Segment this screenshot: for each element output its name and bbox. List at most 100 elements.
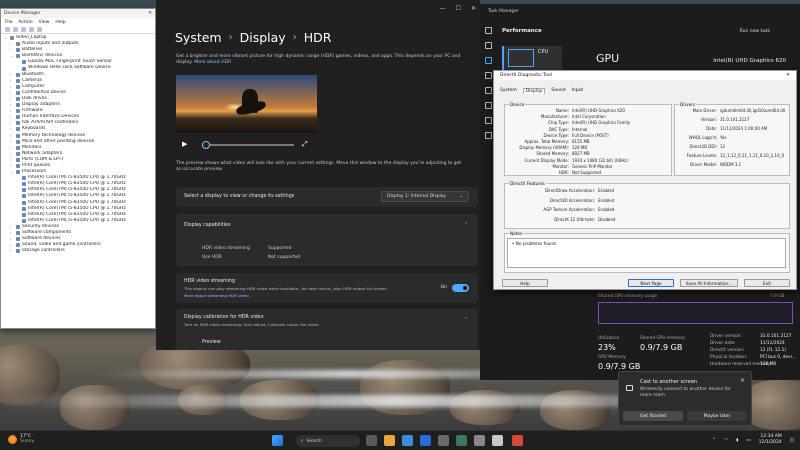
display-select-dropdown[interactable]: Display 1: Internal Display ⌄ xyxy=(381,191,469,202)
settings-app-icon[interactable] xyxy=(438,435,449,446)
menu-action[interactable]: Action xyxy=(19,20,33,25)
info-value: 31.0.101.2127 xyxy=(720,117,750,122)
edge-icon[interactable] xyxy=(402,435,413,446)
dxdiag-app-icon[interactable] xyxy=(492,435,503,446)
startup-icon[interactable] xyxy=(485,87,492,94)
start-icon[interactable] xyxy=(272,435,283,446)
menu-help[interactable]: Help xyxy=(55,20,65,25)
info-key: Main Driver: xyxy=(692,108,717,113)
menu-file[interactable]: File xyxy=(5,20,13,25)
video-rider xyxy=(242,89,258,113)
hdr-preview-video[interactable] xyxy=(176,75,317,133)
hdr-streaming-toggle[interactable] xyxy=(452,284,469,292)
processes-icon[interactable] xyxy=(485,42,492,49)
gpu-detail-key: Driver date: xyxy=(710,341,736,346)
battery-icon[interactable]: ▭ xyxy=(746,438,750,443)
scan-icon[interactable] xyxy=(37,27,42,32)
performance-header: Performance xyxy=(502,28,542,34)
device-category-icon xyxy=(22,176,26,181)
history-icon[interactable] xyxy=(485,72,492,79)
device-tree: ⌄ Aiden_Laptop › Audio inputs and outputs › B… xyxy=(1,34,155,255)
wifi-icon[interactable]: ◠ xyxy=(724,438,728,443)
chevron-up-icon[interactable]: ⌃ xyxy=(464,222,468,228)
info-key: Driver Model: xyxy=(690,162,717,167)
hamburger-icon[interactable] xyxy=(485,27,492,34)
file-explorer-icon[interactable] xyxy=(384,435,395,446)
get-started-button[interactable]: Get Started xyxy=(623,411,683,421)
search-icon: ⌕ xyxy=(301,439,304,444)
app-icon[interactable] xyxy=(512,435,523,446)
forward-icon[interactable] xyxy=(13,27,18,32)
chevron-down-icon[interactable]: ⌄ xyxy=(10,53,14,59)
tree-row[interactable]: › Storage controllers xyxy=(4,248,152,254)
maximize-icon[interactable]: ☐ xyxy=(456,5,461,12)
details-icon[interactable] xyxy=(485,117,492,124)
close-icon[interactable]: ✕ xyxy=(471,5,476,12)
info-key: Approx. Total Memory: xyxy=(524,139,569,144)
run-new-task-button[interactable]: Run new task xyxy=(740,29,770,34)
device-manager-app-icon[interactable] xyxy=(474,435,485,446)
menu-view[interactable]: View xyxy=(39,20,50,25)
video-seek-bar[interactable] xyxy=(201,141,294,149)
save-all-information-button[interactable]: Save All Information... xyxy=(680,279,738,287)
store-icon[interactable] xyxy=(420,435,431,446)
volume-icon[interactable]: ◖ xyxy=(736,438,738,443)
device-category-icon xyxy=(16,42,20,47)
chevron-down-icon[interactable]: ⌄ xyxy=(4,35,8,41)
device-manager-titlebar[interactable]: Device Manager ✕ xyxy=(1,9,155,18)
exit-button[interactable]: Exit xyxy=(744,279,790,287)
chevron-right-icon[interactable]: › xyxy=(10,248,14,254)
info-value: Full Device (POST) xyxy=(572,132,609,138)
taskbar-search[interactable]: ⌕ Search xyxy=(296,435,360,447)
hdr-streaming-card: HDR video streaming This display can pla… xyxy=(176,273,478,303)
capabilities-title: Display capabilities xyxy=(184,223,231,228)
gpu-detail-value: PCI bus 0, devi... xyxy=(760,355,796,360)
fullscreen-icon[interactable]: ⤢ xyxy=(302,140,308,149)
learn-more-link[interactable]: More about HDR xyxy=(194,60,231,65)
help-icon[interactable] xyxy=(29,27,34,32)
video-seek-handle[interactable] xyxy=(201,141,210,149)
system-tray: ⌃ ◠ ◖ ▭ 12:34 AM 12/1/2024 ◫ xyxy=(712,434,794,446)
performance-icon[interactable] xyxy=(485,57,492,64)
chevron-up-icon[interactable]: ⌃ xyxy=(712,438,716,443)
users-icon[interactable] xyxy=(485,102,492,109)
close-icon[interactable]: ✕ xyxy=(148,11,152,16)
tab-input[interactable]: Input xyxy=(572,88,584,94)
hdr-calibration-card[interactable]: Display calibration for HDR video Turn o… xyxy=(176,309,478,350)
notes-textbox[interactable]: • No problems found. xyxy=(507,238,786,268)
back-icon[interactable] xyxy=(5,27,10,32)
tab-sound[interactable]: Sound xyxy=(551,88,565,94)
dxdiag-titlebar[interactable]: DirectX Diagnostic Tool ✕ xyxy=(494,71,796,80)
close-icon[interactable]: ✕ xyxy=(786,73,790,78)
info-row: Feature Levels: 12_1,12_0,11_1,11_0,10_1,… xyxy=(677,153,785,158)
services-icon[interactable] xyxy=(485,132,492,139)
tab-display[interactable]: Display xyxy=(522,88,546,94)
device-group-label: Device xyxy=(509,102,526,107)
info-key: Manufacturer: xyxy=(540,114,569,120)
notification-icon[interactable]: ◫ xyxy=(790,438,794,443)
select-display-label: Select a display to view or change its s… xyxy=(184,194,295,199)
play-icon[interactable]: ▶ xyxy=(182,140,187,148)
chevron-up-icon[interactable]: ⌃ xyxy=(464,317,468,323)
properties-icon[interactable] xyxy=(21,27,26,32)
chevron-down-icon[interactable]: ⌄ xyxy=(10,169,14,175)
tab-system[interactable]: System xyxy=(500,88,517,94)
task-manager-app-icon[interactable] xyxy=(456,435,467,446)
task-view-icon[interactable] xyxy=(366,435,377,446)
breadcrumb-display[interactable]: Display xyxy=(240,30,286,45)
device-category-icon xyxy=(22,182,26,187)
minimize-icon[interactable]: — xyxy=(440,5,446,12)
close-icon[interactable]: ✕ xyxy=(740,377,745,384)
gpu-detail-key: Physical location: xyxy=(710,355,748,360)
hdr-streaming-link[interactable]: More about streaming HDR video xyxy=(184,293,249,298)
weather-widget[interactable]: 17°C Sunny xyxy=(8,434,34,444)
info-value: Intel(R) UHD Graphics Family xyxy=(572,120,631,126)
task-manager-titlebar[interactable]: Task Manager xyxy=(480,4,800,19)
maybe-later-button[interactable]: Maybe later xyxy=(687,411,747,421)
help-button[interactable]: Help xyxy=(502,279,548,287)
clock[interactable]: 12:34 AM 12/1/2024 xyxy=(759,434,782,446)
breadcrumb-system[interactable]: System xyxy=(175,30,222,45)
info-key: HDR: xyxy=(558,170,569,175)
device-category-icon xyxy=(22,60,26,65)
next-page-button[interactable]: Next Page xyxy=(628,279,674,287)
